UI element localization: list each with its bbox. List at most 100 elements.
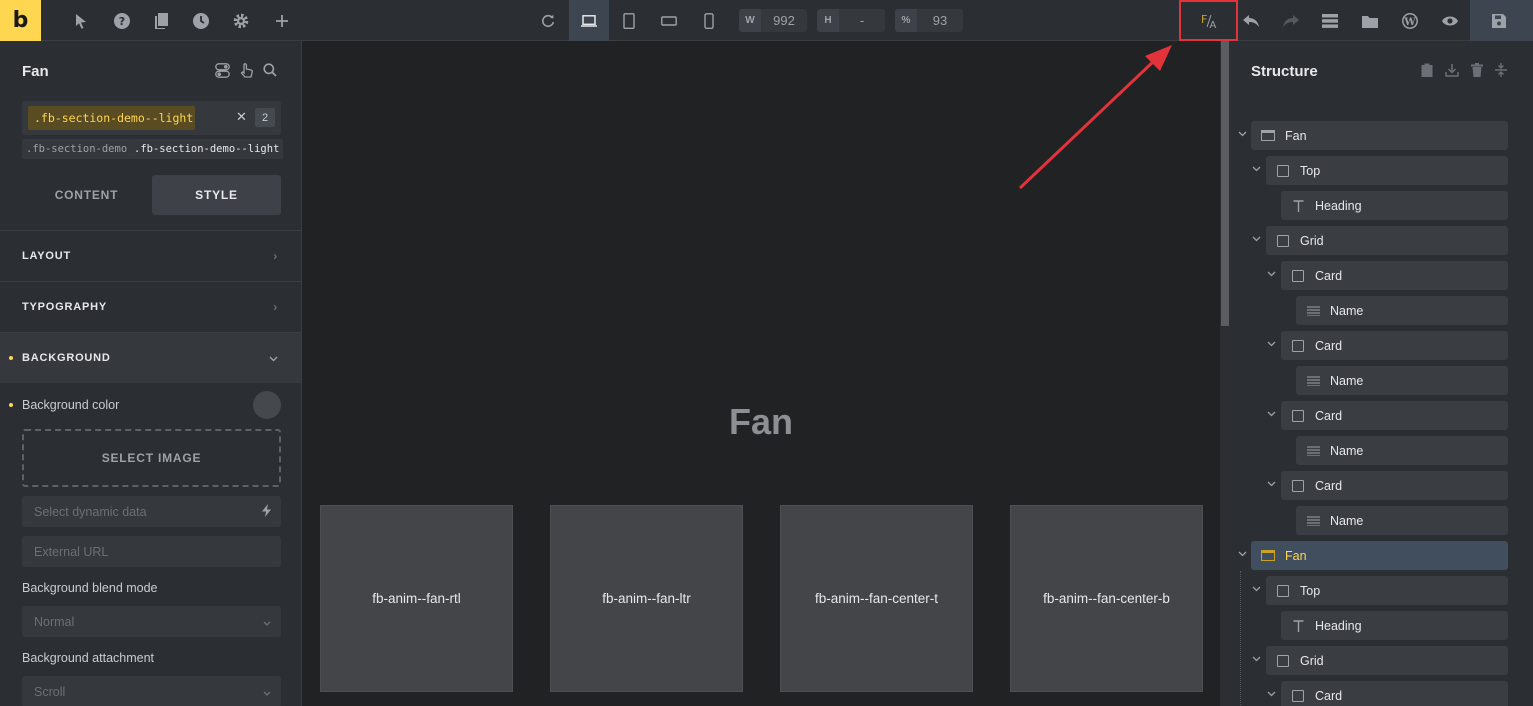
svg-text:?: ? [119,15,125,28]
layers-icon[interactable] [1319,10,1341,32]
zoom-field[interactable]: % 93 [895,9,963,32]
tablet-landscape-icon[interactable] [658,10,680,32]
tree-toggle-chevron-icon[interactable] [1252,234,1261,245]
help-icon[interactable]: ? [111,10,133,32]
external-url-placeholder: External URL [34,544,109,559]
structure-node[interactable]: Top [1266,576,1508,605]
bolt-icon[interactable] [262,503,271,520]
preview-eye-icon[interactable] [1439,10,1461,32]
structure-node[interactable]: Grid [1266,226,1508,255]
css-class-field[interactable]: .fb-section-demo--light ✕ 2 [22,101,281,135]
structure-node[interactable]: Card [1281,471,1508,500]
panel-title: Fan [22,63,49,80]
active-class-pill[interactable]: .fb-section-demo--light [28,106,195,130]
container-icon [1291,409,1305,422]
tree-toggle-chevron-icon[interactable] [1267,409,1276,420]
select-image-button[interactable]: SELECT IMAGE [22,429,281,487]
wordpress-icon[interactable]: W [1399,10,1421,32]
width-field[interactable]: W 992 [739,9,807,32]
structure-node[interactable]: Name [1296,436,1508,465]
mobile-icon[interactable] [698,10,720,32]
tablet-portrait-icon[interactable] [618,10,640,32]
add-icon[interactable] [271,10,293,32]
structure-node[interactable]: Card [1281,401,1508,430]
canvas-card[interactable]: fb-anim--fan-center-t [780,505,973,692]
structure-node[interactable]: Card [1281,681,1508,706]
structure-node-label: Name [1330,373,1364,388]
attachment-select[interactable]: Scroll [22,676,281,706]
structure-node-label: Grid [1300,233,1324,248]
container-icon [1276,234,1290,247]
structure-node[interactable]: Name [1296,296,1508,325]
structure-node[interactable]: Name [1296,366,1508,395]
tree-toggle-chevron-icon[interactable] [1238,549,1247,560]
structure-node-label: Fan [1285,128,1307,143]
tree-toggle-chevron-icon[interactable] [1267,269,1276,280]
tab-style[interactable]: STYLE [152,175,281,215]
desktop-icon[interactable] [578,10,600,32]
download-icon[interactable] [1445,63,1459,80]
canvas-card[interactable]: fb-anim--fan-center-b [1010,505,1203,692]
tree-toggle-chevron-icon[interactable] [1238,129,1247,140]
save-icon[interactable] [1488,10,1510,32]
tree-toggle-chevron-icon[interactable] [1267,479,1276,490]
structure-node[interactable]: Card [1281,331,1508,360]
canvas-card[interactable]: fb-anim--fan-ltr [550,505,743,692]
class-tag-active[interactable]: .fb-section-demo--light [130,139,284,159]
dynamic-data-input[interactable]: Select dynamic data [22,496,281,527]
tree-toggle-chevron-icon[interactable] [1267,339,1276,350]
tree-toggle-chevron-icon[interactable] [1252,584,1261,595]
cursor-icon[interactable] [70,10,92,32]
folder-icon[interactable] [1359,10,1381,32]
refresh-icon[interactable] [537,10,559,32]
bg-color-label: Background color [22,398,120,412]
section-background[interactable]: BACKGROUND [0,332,301,383]
structure-node-label: Card [1315,688,1343,703]
modified-dot [9,403,13,407]
canvas-scroll-thumb[interactable] [1221,41,1229,326]
structure-node[interactable]: Top [1266,156,1508,185]
builder-canvas[interactable]: Fan fb-anim--fan-rtl fb-anim--fan-ltr fb… [302,41,1220,706]
remove-class-icon[interactable]: ✕ [236,109,247,125]
tree-toggle-chevron-icon[interactable] [1252,654,1261,665]
structure-node[interactable]: Name [1296,506,1508,535]
blend-mode-select[interactable]: Normal [22,606,281,637]
class-tag[interactable]: .fb-section-demo [22,139,132,159]
height-field[interactable]: H - [817,9,885,32]
structure-node[interactable]: Grid [1266,646,1508,675]
structure-node[interactable]: Fan [1251,541,1508,570]
canvas-card[interactable]: fb-anim--fan-rtl [320,505,513,692]
section-icon [1261,130,1275,142]
fa-toggle-button[interactable]: F A [1179,0,1238,41]
tree-toggle-chevron-icon[interactable] [1267,689,1276,700]
settings-icon[interactable] [230,10,252,32]
collapse-all-icon[interactable] [1495,63,1507,80]
toggle-icon[interactable] [215,63,230,81]
structure-node-label: Name [1330,303,1364,318]
section-layout[interactable]: LAYOUT › [0,230,301,281]
clipboard-icon[interactable] [1421,63,1433,80]
text-lines-icon [1306,305,1320,317]
bg-color-swatch[interactable] [253,391,281,419]
pages-icon[interactable] [150,10,172,32]
search-icon[interactable] [263,63,277,81]
structure-node[interactable]: Heading [1281,611,1508,640]
fa-icon: F A [1201,13,1217,29]
svg-text:W: W [1403,17,1416,28]
tree-toggle-chevron-icon[interactable] [1252,164,1261,175]
section-background-label: BACKGROUND [22,352,111,364]
structure-node[interactable]: Card [1281,261,1508,290]
tab-content[interactable]: CONTENT [22,175,151,215]
structure-node[interactable]: Heading [1281,191,1508,220]
history-icon[interactable] [190,10,212,32]
structure-node-label: Top [1300,583,1321,598]
canvas-heading[interactable]: Fan [302,401,1220,443]
structure-node[interactable]: Fan [1251,121,1508,150]
trash-icon[interactable] [1471,63,1483,80]
section-typography[interactable]: TYPOGRAPHY › [0,281,301,332]
external-url-input[interactable]: External URL [22,536,281,567]
bricks-logo[interactable]: b [0,0,41,41]
interactions-hand-icon[interactable] [240,63,253,81]
redo-icon[interactable] [1280,10,1302,32]
undo-icon[interactable] [1240,10,1262,32]
